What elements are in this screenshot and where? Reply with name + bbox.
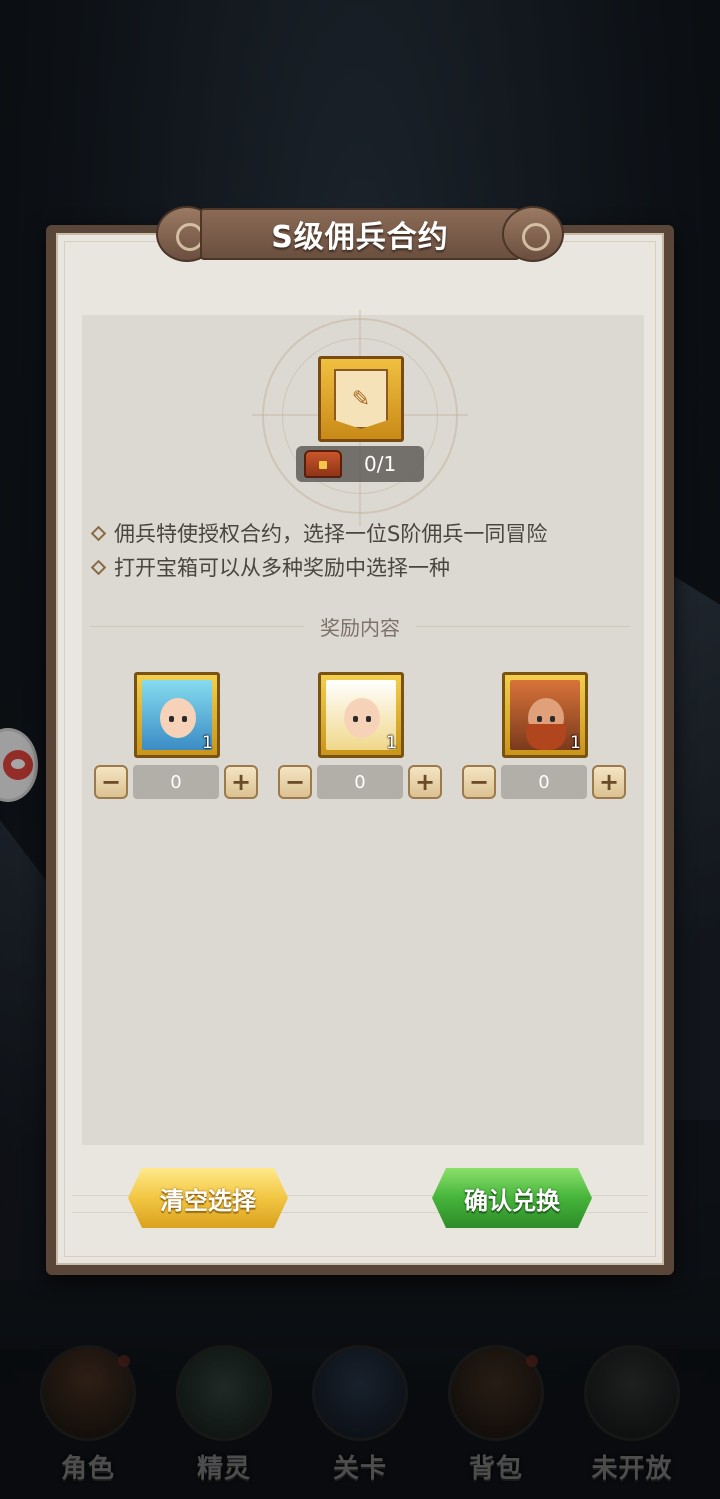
divider <box>90 625 304 627</box>
dialog-title: S级佣兵合约 <box>271 220 449 255</box>
quantity-stepper: − 0 + <box>462 764 626 800</box>
quantity-value[interactable]: 0 <box>317 765 403 799</box>
dwarf-warrior-portrait-icon[interactable]: 1 <box>502 672 588 758</box>
reward-quantity: 1 <box>570 733 581 753</box>
banner-ornament-icon <box>502 206 564 262</box>
quantity-stepper: − 0 + <box>278 764 442 800</box>
reward-quantity: 1 <box>386 733 397 753</box>
divider <box>416 625 630 627</box>
nav-label: 角色 <box>60 1454 115 1484</box>
reward-quantity: 1 <box>202 733 213 753</box>
increment-button[interactable]: + <box>592 765 626 799</box>
scroll-icon: ✎ <box>334 369 388 429</box>
increment-button[interactable]: + <box>224 765 258 799</box>
reward-list: 1 − 0 + 1 − 0 + 1 − 0 + <box>94 672 634 812</box>
elf-hero-portrait-icon[interactable]: 1 <box>134 672 220 758</box>
description-text: 打开宝箱可以从多种奖励中选择一种 <box>114 556 450 580</box>
ownership-count: 0/1 <box>296 446 424 482</box>
decrement-button[interactable]: − <box>278 765 312 799</box>
nav-label: 未开放 <box>591 1454 673 1484</box>
decrement-button[interactable]: − <box>462 765 496 799</box>
diamond-bullet-icon <box>90 559 107 575</box>
reward-header-label: 奖励内容 <box>320 615 400 640</box>
contract-scroll-icon[interactable]: ✎ <box>318 356 404 442</box>
description-text: 佣兵特使授权合约，选择一位S阶佣兵一同冒险 <box>114 522 548 546</box>
decrement-button[interactable]: − <box>94 765 128 799</box>
treasure-chest-icon <box>304 450 342 478</box>
increment-button[interactable]: + <box>408 765 442 799</box>
angel-hero-portrait-icon[interactable]: 1 <box>318 672 404 758</box>
nav-label: 精灵 <box>196 1454 251 1484</box>
description: 佣兵特使授权合约，选择一位S阶佣兵一同冒险 打开宝箱可以从多种奖励中选择一种 <box>90 516 650 584</box>
confirm-exchange-button[interactable]: 确认兑换 <box>432 1168 592 1228</box>
diamond-bullet-icon <box>90 525 107 541</box>
dialog-title-banner: S级佣兵合约 <box>150 202 570 266</box>
clear-selection-button[interactable]: 清空选择 <box>128 1168 288 1228</box>
quantity-value[interactable]: 0 <box>133 765 219 799</box>
quantity-value[interactable]: 0 <box>501 765 587 799</box>
count-value: 0/1 <box>364 452 397 476</box>
nav-label: 背包 <box>468 1454 523 1484</box>
quantity-stepper: − 0 + <box>94 764 258 800</box>
nav-label: 关卡 <box>332 1454 387 1484</box>
description-line: 打开宝箱可以从多种奖励中选择一种 <box>90 550 650 584</box>
description-line: 佣兵特使授权合约，选择一位S阶佣兵一同冒险 <box>90 516 650 550</box>
reward-section-header: 奖励内容 <box>90 610 630 642</box>
